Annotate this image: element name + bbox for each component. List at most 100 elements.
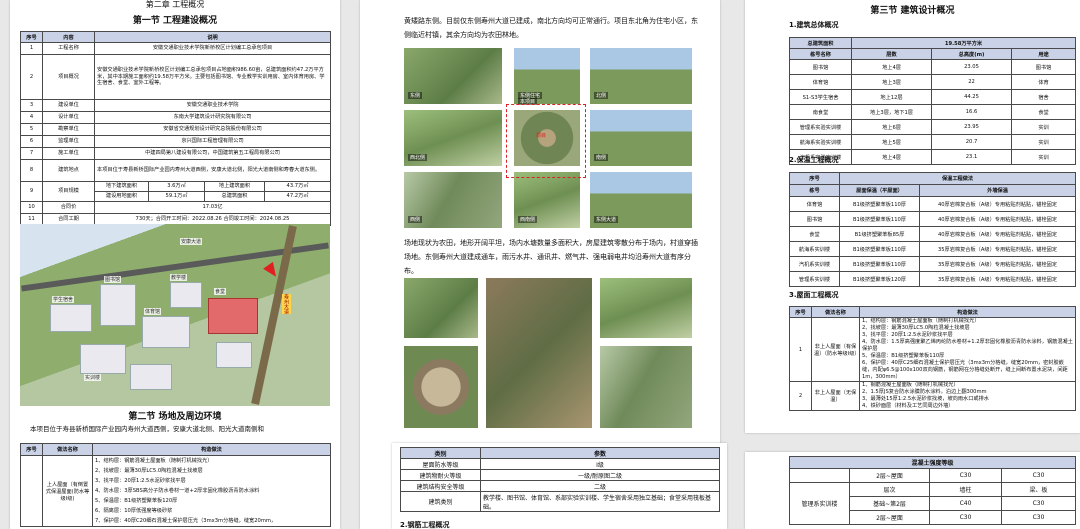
paragraph: 场地现状为农田，地形开阔平坦，场内水塘数量多面积大，房屋建筑零散分布于场内，村道… xyxy=(404,239,698,275)
site-photo: 西北侧 xyxy=(404,110,502,166)
table-header: 混凝土强度等级 xyxy=(788,456,1077,469)
cell: 35厚岩棉复合板（A级）专用粘贴剂粘贴，锚栓固定 xyxy=(918,256,1077,272)
param-label: 建筑结构安全等级 xyxy=(400,480,481,492)
row-label: 监理单位 xyxy=(42,135,95,148)
row-value: 京兴国际工程管理有限公司 xyxy=(93,135,332,148)
site-photo: 东侧住宅 xyxy=(514,48,580,104)
document-page-5: 类别 参数 屋面防水等级 I级 建筑物耐火等级 一级/耐原图二级 建筑结构安全等级二… xyxy=(392,443,727,529)
cell: B1级挤塑聚苯板110厚 xyxy=(839,196,920,212)
row-no: 2 xyxy=(20,54,43,100)
row-no: 5 xyxy=(20,123,43,136)
row-label: 勘察单位 xyxy=(42,123,95,136)
row-label: 工程名称 xyxy=(42,42,95,55)
cell: 宿舍 xyxy=(1010,89,1077,105)
table-header: 栋号名称 xyxy=(789,48,852,60)
total-area-label: 总建筑面积 xyxy=(789,37,852,49)
cell: C30 xyxy=(929,510,1002,525)
row-value: 安徽交通职业技术学院新桥校区计划编工总承包项目 xyxy=(93,42,332,55)
table-header: 外墙保温 xyxy=(918,184,1077,197)
step: 3、找平层：20厚1:2.5水泥砂浆找平层 xyxy=(862,332,953,338)
step: 7、保护层：40厚C20细石混凝土保护层压光（3mx3m分格缝，缝宽20mm， xyxy=(95,518,277,524)
building xyxy=(170,282,202,308)
site-photo xyxy=(600,346,692,428)
building xyxy=(100,284,136,326)
row-label: 设计单位 xyxy=(42,111,95,124)
cell: B1级挤塑聚苯板110厚 xyxy=(839,241,920,257)
cell: 图书馆 xyxy=(789,211,840,227)
cell: 图书馆 xyxy=(1010,59,1077,75)
roof-construction-table: 序号 做法名称 构造做法 上人屋面（有倒置式保温屋面(防水等级I级) 1、结构层… xyxy=(20,443,331,527)
param-value: 二级 xyxy=(480,480,720,492)
section-title: 第三节 建筑设计概况 xyxy=(870,6,955,16)
param-value: 教学楼、图书馆、体育馆、系部实验实训楼、学生宿舍采用独立基础；食堂采用筏板基础。 xyxy=(480,491,720,512)
render-label: 图书馆 xyxy=(104,276,122,283)
row-no: 9 xyxy=(20,181,43,202)
row-label: 项目概况 xyxy=(42,54,95,100)
cell: 管理系实验实训楼 xyxy=(789,119,852,135)
cell: 地上3层 xyxy=(851,74,932,90)
building xyxy=(130,364,172,390)
cell: 地上4层 xyxy=(851,59,932,75)
cell: 40厚岩棉复合板（A级）专用粘贴剂粘贴，锚栓固定 xyxy=(918,196,1077,212)
row-no: 6 xyxy=(20,135,43,148)
param-label: 屋面防水等级 xyxy=(400,458,481,470)
cell: C30 xyxy=(929,468,1002,483)
project-overview-table: 序号 内容 说明 1 工程名称 安徽交通职业技术学院新桥校区计划编工总承包项目 2项… xyxy=(20,31,332,226)
row-label: 合同价 xyxy=(42,201,95,214)
subsection-title: 1.建筑总体概况 xyxy=(789,21,839,29)
cell: 44.25 xyxy=(931,89,1012,105)
render-label: 体育馆 xyxy=(144,308,162,315)
document-page-4: 混凝土强度等级 2层~屋面 C30 C30 管理系实训楼 层次 墙柱 梁、板 基础~第2层… xyxy=(745,452,1080,529)
cell: 地上3层，地下1层 xyxy=(851,104,932,120)
cell: B1级挤塑聚苯板110厚 xyxy=(839,256,920,272)
concrete-grade-table: 混凝土强度等级 2层~屋面 C30 C30 管理系实训楼 层次 墙柱 梁、板 基础~第2层… xyxy=(788,456,1077,525)
subsection-title: 2.钢筋工程概况 xyxy=(400,521,450,529)
row-no: 1 xyxy=(20,42,43,55)
step: 3、最薄处15厚1:2.5水泥砂浆找坡，坡向雨水口或排水 xyxy=(862,396,989,402)
row-value: 中建四局第八建设有限公司，中国建筑第五工程局有限公司 xyxy=(93,147,332,160)
cell: B1级挤塑聚苯板85厚 xyxy=(839,226,920,242)
building xyxy=(50,304,92,332)
area-label: 建设用地面积 xyxy=(94,191,149,202)
site-photo: 西南侧 xyxy=(514,172,580,228)
cell: S1-S3学生宿舍 xyxy=(789,89,852,105)
subsection-title: 3.屋面工程概况 xyxy=(789,291,839,299)
site-photo xyxy=(404,278,478,338)
table-header: 用途 xyxy=(1010,48,1077,60)
render-label: 食堂 xyxy=(214,288,227,295)
cell: C30 xyxy=(1000,468,1077,483)
row-label: 建筑地点 xyxy=(42,159,95,182)
row-value: 本项目位于寿县新桥国际产业园内寿州大道西侧，安康大道北侧，阳光大道南侧和寿春大道… xyxy=(93,159,332,182)
table-header: 保温工程做法 xyxy=(838,172,1077,185)
cell: 23.05 xyxy=(931,59,1012,75)
row-label: 非上人屋面（有保温）（防水等级I级） xyxy=(811,317,860,382)
table-header: 序号 xyxy=(789,172,840,185)
building-parameters-table: 类别 参数 屋面防水等级 I级 建筑物耐火等级 一级/耐原图二级 建筑结构安全等级二… xyxy=(400,447,720,512)
area-value: 3.6万㎡ xyxy=(148,181,205,192)
param-value: 一级/耐原图二级 xyxy=(480,469,720,481)
cell: 23.95 xyxy=(931,119,1012,135)
step: 4、铁砂面层（材料及工艺同周边外墙） xyxy=(862,403,954,409)
cell: 实训 xyxy=(1010,134,1077,150)
document-page-1: 第二章 工程概况 第一节 工程建设概况 序号 内容 说明 1 工程名称 安徽交通职业… xyxy=(10,0,340,529)
cell: 南食堂 xyxy=(789,104,852,120)
cell: 2层~屋面 xyxy=(849,468,930,483)
table-header: 类别 xyxy=(400,447,481,459)
row-label: 建设单位 xyxy=(42,99,95,112)
cell: 层次 xyxy=(849,482,930,497)
cell: 墙柱 xyxy=(929,482,1002,497)
cell: B1级挤塑聚苯板120厚 xyxy=(839,271,920,287)
cell: 体育 xyxy=(1010,74,1077,90)
step: 2、找坡层：最薄30厚LC5.0陶粒混凝土找坡层 xyxy=(95,468,203,474)
table-header: 序号 xyxy=(20,443,43,456)
cell: 40厚岩棉复合板（A级）专用粘贴剂粘贴，锚栓固定 xyxy=(918,226,1077,242)
subsection-title: 2.保温工程概况 xyxy=(789,156,839,164)
cell: 航海系实验实训楼 xyxy=(789,134,852,150)
cell: 20.7 xyxy=(931,134,1012,150)
cell: 23.1 xyxy=(931,149,1012,165)
cell: 食堂 xyxy=(1010,104,1077,120)
site-photo xyxy=(404,346,478,428)
row-value: 安徽省交通规划设计研究总院股份有限公司 xyxy=(93,123,332,136)
area-label: 地下建筑面积 xyxy=(94,181,149,192)
table-header: 内容 xyxy=(42,31,95,43)
